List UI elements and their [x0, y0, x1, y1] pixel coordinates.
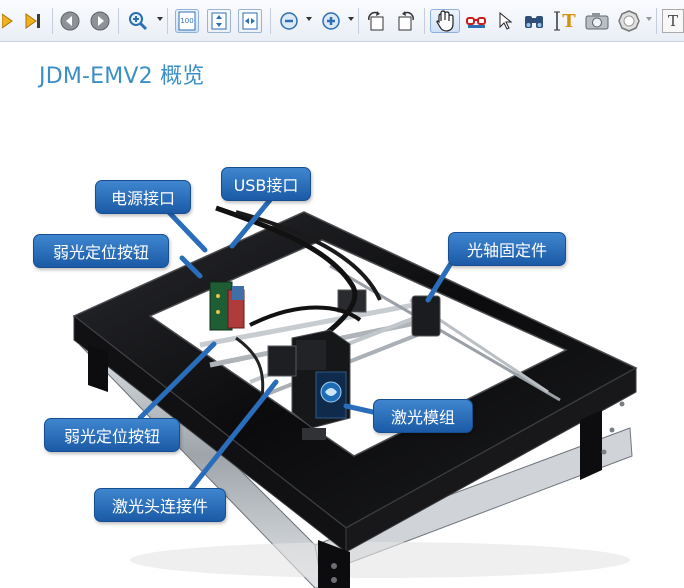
- callout-laser-head-connector: 激光头连接件: [94, 488, 226, 522]
- callout-usb-port: USB接口: [221, 167, 311, 201]
- callout-axis-fixing: 光轴固定件: [448, 232, 566, 266]
- callout-weak-light-button-bottom: 弱光定位按钮: [44, 418, 180, 452]
- callout-weak-light-button-top: 弱光定位按钮: [33, 234, 169, 268]
- callout-power-port: 电源接口: [95, 180, 191, 214]
- callout-laser-module: 激光模组: [373, 399, 473, 433]
